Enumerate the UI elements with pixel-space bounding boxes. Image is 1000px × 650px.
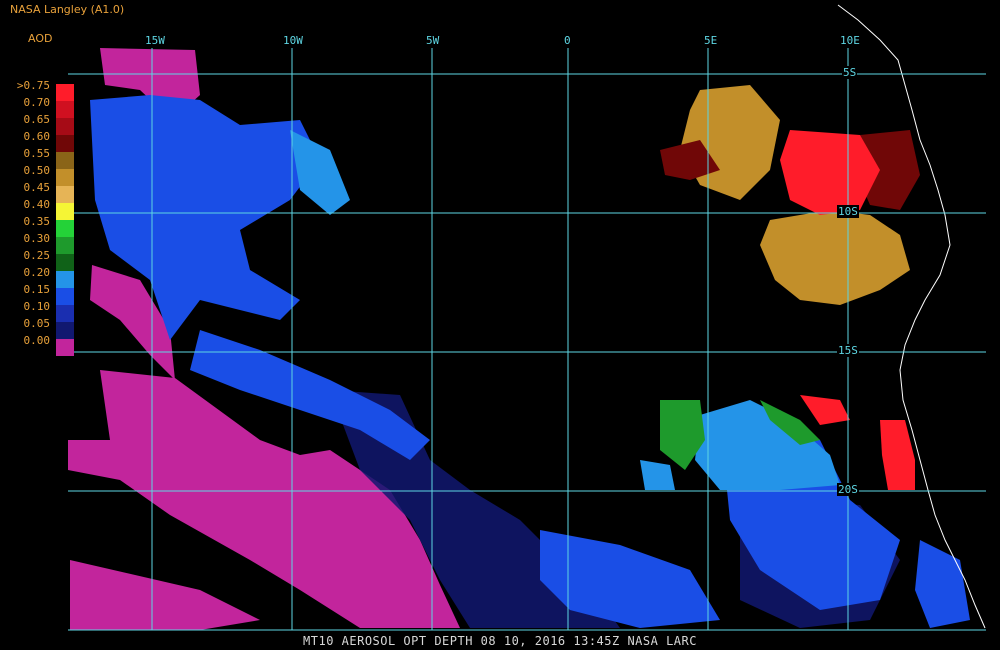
- legend-swatch: [56, 186, 74, 203]
- legend-label: 0.25: [23, 249, 51, 262]
- lat-label-10s: 10S: [837, 205, 859, 218]
- legend-labels: >0.75 0.70 0.65 0.60 0.55 0.50 0.45 0.40…: [0, 77, 52, 349]
- legend-swatch: [56, 118, 74, 135]
- legend-swatch: [56, 101, 74, 118]
- legend-swatch: [56, 152, 74, 169]
- legend-label: 0.20: [23, 266, 51, 279]
- lat-label-15s: 15S: [837, 344, 859, 357]
- legend-label: 0.05: [23, 317, 51, 330]
- legend-swatch: [56, 305, 74, 322]
- legend-label: 0.55: [23, 147, 51, 160]
- lon-label-5e: 5E: [704, 34, 718, 47]
- data-source-label: NASA Langley (A1.0): [10, 3, 125, 16]
- legend-swatch: [56, 84, 74, 101]
- lon-label-10e: 10E: [840, 34, 860, 47]
- legend-swatch: [56, 203, 74, 220]
- lon-label-10w: 10W: [283, 34, 303, 47]
- legend-swatch: [56, 220, 74, 237]
- legend-swatch: [56, 237, 74, 254]
- legend-swatch: [56, 322, 74, 339]
- legend-swatch: [56, 288, 74, 305]
- lon-label-0: 0: [564, 34, 571, 47]
- legend-swatch: [56, 254, 74, 271]
- color-legend: [56, 84, 74, 356]
- legend-label: 0.15: [23, 283, 51, 296]
- lon-label-5w: 5W: [426, 34, 440, 47]
- lat-label-5s: 5S: [842, 66, 858, 79]
- legend-label: 0.00: [23, 334, 51, 347]
- legend-swatch: [56, 169, 74, 186]
- legend-label: 0.50: [23, 164, 51, 177]
- legend-label: 0.70: [23, 96, 51, 109]
- legend-label: 0.60: [23, 130, 51, 143]
- legend-swatch: [56, 271, 74, 288]
- lon-label-15w: 15W: [145, 34, 165, 47]
- legend-label: 0.45: [23, 181, 51, 194]
- map-footer: MT10 AEROSOL OPT DEPTH 08 10, 2016 13:45…: [303, 634, 697, 648]
- legend-label: 0.30: [23, 232, 51, 245]
- legend-label: 0.40: [23, 198, 51, 211]
- aod-map: [68, 4, 986, 631]
- legend-swatch: [56, 135, 74, 152]
- lat-label-20s: 20S: [837, 483, 859, 496]
- legend-label: >0.75: [16, 79, 50, 92]
- legend-swatch: [56, 339, 74, 356]
- product-label: AOD: [28, 32, 53, 45]
- legend-label: 0.35: [23, 215, 51, 228]
- legend-label: 0.10: [23, 300, 51, 313]
- legend-label: 0.65: [23, 113, 51, 126]
